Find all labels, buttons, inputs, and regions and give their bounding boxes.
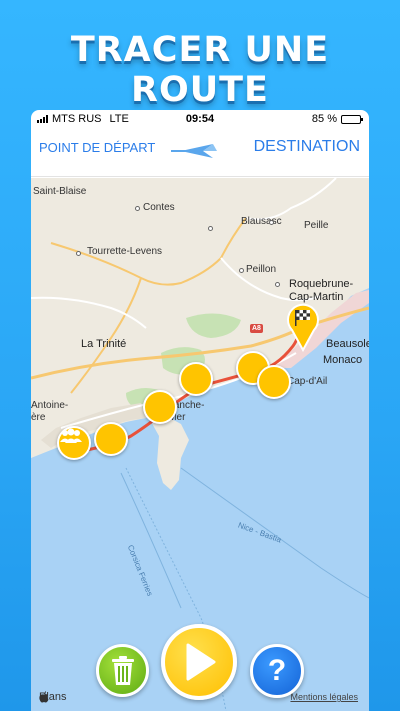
map-label: Monaco [323, 354, 363, 366]
map-label: Saint-Blaise [33, 186, 87, 197]
town-dot [135, 206, 140, 211]
highway-sign: A8 [250, 324, 263, 333]
town-dot [208, 226, 213, 231]
play-icon [186, 643, 216, 681]
phone-screen: MTS RUS LTE 09:54 85 % POINT DE DÉPART D… [31, 110, 369, 711]
town-dot [275, 282, 280, 287]
maps-attribution: Plans [39, 691, 67, 703]
route-waypoint[interactable] [179, 362, 213, 396]
start-group-pin[interactable] [57, 426, 91, 460]
town-dot [239, 268, 244, 273]
checkered-flag-icon [287, 303, 319, 352]
delete-route-button[interactable] [96, 644, 149, 697]
map-label: Beausoleil [326, 338, 369, 350]
map-label: Tourrette-Levens [87, 246, 163, 257]
map-label: La Trinité [81, 338, 127, 350]
battery-percent: 85 % [311, 113, 337, 125]
arrow-right-icon [171, 144, 217, 158]
help-button[interactable]: ? [250, 644, 304, 698]
map-label: Blausasc [241, 216, 282, 227]
map-label: ère [31, 412, 46, 423]
map-label: Antoine- [31, 400, 69, 411]
start-navigation-button[interactable] [161, 624, 237, 700]
trash-icon [111, 655, 134, 685]
route-waypoint[interactable] [143, 390, 177, 424]
town-dot [76, 251, 81, 256]
group-icon [60, 428, 82, 443]
status-bar: MTS RUS LTE 09:54 85 % [31, 110, 369, 130]
route-bar: POINT DE DÉPART DESTINATION [31, 130, 369, 177]
map-label: Roquebrune- [289, 278, 354, 290]
apple-logo-icon [39, 691, 49, 703]
map-label: Peille [304, 220, 329, 231]
battery-icon [341, 114, 363, 124]
route-waypoint[interactable] [94, 422, 128, 456]
map-label: Cap-d'Ail [287, 376, 328, 387]
legal-link[interactable]: Mentions légales [290, 692, 358, 702]
start-point-field[interactable]: POINT DE DÉPART [39, 140, 155, 155]
destination-field[interactable]: DESTINATION [254, 138, 360, 156]
map-label: Peillon [246, 264, 277, 275]
map-label: Contes [143, 202, 175, 213]
promo-title: TRACER UNE ROUTE [70, 30, 330, 110]
town-dot [269, 220, 274, 225]
route-waypoint[interactable] [257, 365, 291, 399]
